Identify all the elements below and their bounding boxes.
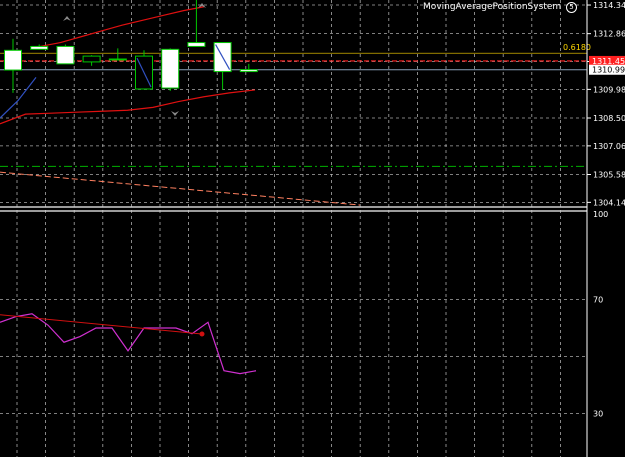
rsi-tick-label: 30 [593, 410, 603, 419]
candle-body [82, 55, 101, 63]
indicator-title: MovingAveragePositionSystem 5 [423, 2, 577, 13]
price-tick-label: 1308.500 [593, 114, 625, 123]
chart-background [0, 0, 625, 457]
candle-body [108, 58, 127, 61]
price-chart[interactable]: 1314.3401312.8601311.4201309.9801308.500… [0, 0, 625, 457]
candle-body [187, 42, 206, 47]
rsi-signal-dot [199, 331, 205, 337]
price-tick-label: 1309.980 [593, 85, 625, 94]
price-tick-label: 1307.060 [593, 142, 625, 151]
indicator-badge: 5 [566, 2, 577, 13]
candle-body [30, 45, 49, 50]
rsi-tick-label: 100 [593, 210, 608, 219]
indicator-name: MovingAveragePositionSystem [423, 2, 562, 12]
bid-price-label: 1310.995 [592, 66, 625, 75]
rsi-tick-label: 70 [593, 296, 603, 305]
candle-body [56, 45, 75, 65]
current-price-label: 1311.455 [592, 57, 625, 66]
price-tick-label: 1305.580 [593, 170, 625, 179]
price-tick-label: 1312.860 [593, 30, 625, 39]
candle-body [161, 48, 180, 89]
candle-body [4, 49, 22, 71]
price-tick-label: 1304.140 [593, 198, 625, 207]
candle-body [239, 69, 258, 73]
price-tick-label: 1314.340 [593, 1, 625, 10]
